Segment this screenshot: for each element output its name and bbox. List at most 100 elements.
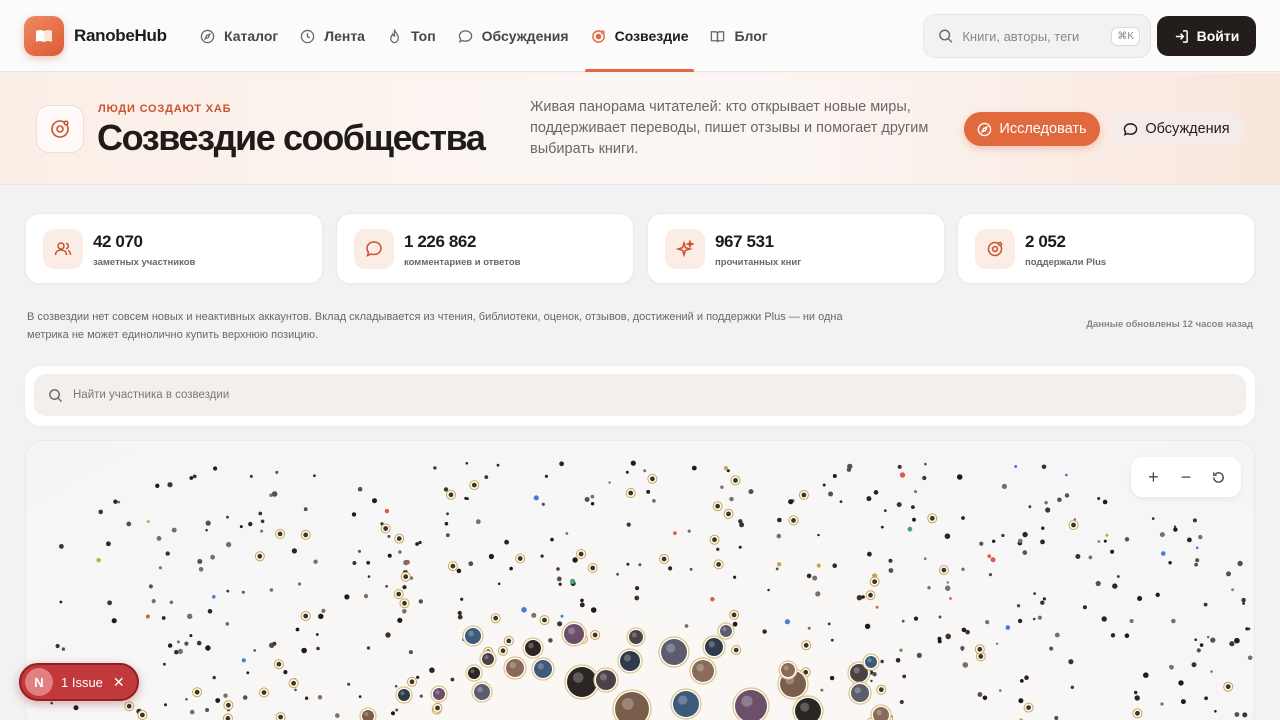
member-avatar[interactable] <box>522 637 544 659</box>
login-button[interactable]: Войти <box>1157 16 1256 56</box>
member-dot[interactable] <box>111 618 117 624</box>
member-avatar[interactable] <box>531 657 555 681</box>
member-dot[interactable] <box>189 476 194 480</box>
member-dot[interactable] <box>161 616 166 620</box>
nav-item-blog[interactable]: Блог <box>700 0 777 72</box>
member-dot[interactable] <box>1210 637 1216 643</box>
member-dot[interactable] <box>828 491 834 497</box>
member-dot[interactable] <box>59 600 63 604</box>
member-dot[interactable] <box>767 588 770 592</box>
member-node[interactable] <box>446 489 456 500</box>
member-dot[interactable] <box>1095 580 1101 587</box>
member-avatar[interactable] <box>612 689 652 720</box>
member-dot[interactable] <box>402 609 407 614</box>
member-dot[interactable] <box>1037 615 1042 620</box>
member-node[interactable] <box>713 559 724 570</box>
member-avatar[interactable] <box>465 664 483 682</box>
member-dot[interactable] <box>729 496 734 502</box>
member-dot[interactable] <box>924 462 927 466</box>
member-avatar[interactable] <box>778 660 798 680</box>
member-dot[interactable] <box>739 522 745 528</box>
member-dot[interactable] <box>846 467 852 472</box>
member-dot[interactable] <box>883 509 887 512</box>
member-dot[interactable] <box>1194 638 1197 641</box>
member-node[interactable] <box>503 635 514 646</box>
member-dot[interactable] <box>185 698 188 701</box>
member-dot[interactable] <box>269 493 273 497</box>
member-dot[interactable] <box>820 688 824 692</box>
member-dot[interactable] <box>907 526 913 532</box>
member-dot[interactable] <box>446 512 449 516</box>
member-avatar[interactable] <box>870 704 892 720</box>
member-dot[interactable] <box>402 585 407 590</box>
member-dot[interactable] <box>1191 662 1197 668</box>
member-node[interactable] <box>938 565 949 576</box>
member-node[interactable] <box>865 590 876 601</box>
member-node[interactable] <box>590 630 601 640</box>
member-node[interactable] <box>974 644 985 655</box>
member-dot[interactable] <box>559 461 564 467</box>
member-dot[interactable] <box>155 483 160 488</box>
member-node[interactable] <box>222 713 233 720</box>
member-dot[interactable] <box>1016 604 1021 608</box>
member-dot[interactable] <box>196 640 202 646</box>
member-dot[interactable] <box>806 573 812 579</box>
member-dot[interactable] <box>572 557 578 563</box>
member-dot[interactable] <box>1054 632 1060 638</box>
member-dot[interactable] <box>533 495 539 501</box>
member-search[interactable] <box>34 374 1246 416</box>
member-dot[interactable] <box>215 698 221 703</box>
member-dot[interactable] <box>1097 540 1101 543</box>
member-dot[interactable] <box>456 568 462 574</box>
member-node[interactable] <box>1068 520 1079 530</box>
member-dot[interactable] <box>315 633 319 636</box>
member-dot[interactable] <box>608 481 611 484</box>
member-node[interactable] <box>393 589 404 600</box>
member-dot[interactable] <box>167 482 173 488</box>
member-dot[interactable] <box>830 638 834 642</box>
member-dot[interactable] <box>366 560 371 565</box>
member-dot[interactable] <box>788 499 794 505</box>
member-dot[interactable] <box>146 520 150 524</box>
member-dot[interactable] <box>999 689 1002 692</box>
member-dot[interactable] <box>990 557 996 563</box>
member-dot[interactable] <box>1206 635 1210 639</box>
member-dot[interactable] <box>912 517 916 522</box>
member-dot[interactable] <box>1088 555 1093 560</box>
member-dot[interactable] <box>1042 597 1046 601</box>
member-dot[interactable] <box>1101 616 1107 622</box>
member-dot[interactable] <box>394 684 398 688</box>
reset-view-button[interactable] <box>1205 463 1233 491</box>
member-dot[interactable] <box>1199 643 1204 647</box>
member-dot[interactable] <box>827 622 831 626</box>
member-dot[interactable] <box>464 496 468 500</box>
member-dot[interactable] <box>169 600 174 605</box>
member-avatar[interactable] <box>689 657 717 685</box>
member-dot[interactable] <box>1231 588 1234 592</box>
member-dot[interactable] <box>726 469 730 473</box>
member-dot[interactable] <box>321 608 326 613</box>
member-node[interactable] <box>927 513 938 524</box>
member-dot[interactable] <box>1169 665 1174 670</box>
discussions-button[interactable]: Обсуждения <box>1108 112 1245 146</box>
member-dot[interactable] <box>189 634 193 638</box>
member-node[interactable] <box>300 529 311 540</box>
member-dot[interactable] <box>738 545 742 549</box>
member-dot[interactable] <box>1070 685 1075 689</box>
member-dot[interactable] <box>927 586 931 590</box>
member-dot[interactable] <box>158 566 162 570</box>
member-dot[interactable] <box>1214 710 1217 713</box>
member-dot[interactable] <box>223 693 228 698</box>
member-dot[interactable] <box>923 557 927 560</box>
member-node[interactable] <box>254 551 265 562</box>
member-dot[interactable] <box>189 709 195 715</box>
member-dot[interactable] <box>643 469 647 473</box>
member-avatar[interactable] <box>617 648 643 674</box>
member-avatar[interactable] <box>395 686 413 704</box>
member-dot[interactable] <box>995 642 999 645</box>
member-dot[interactable] <box>945 585 951 591</box>
member-node[interactable] <box>432 702 443 713</box>
member-dot[interactable] <box>497 582 501 586</box>
member-dot[interactable] <box>1001 483 1008 489</box>
member-dot[interactable] <box>1173 525 1177 528</box>
